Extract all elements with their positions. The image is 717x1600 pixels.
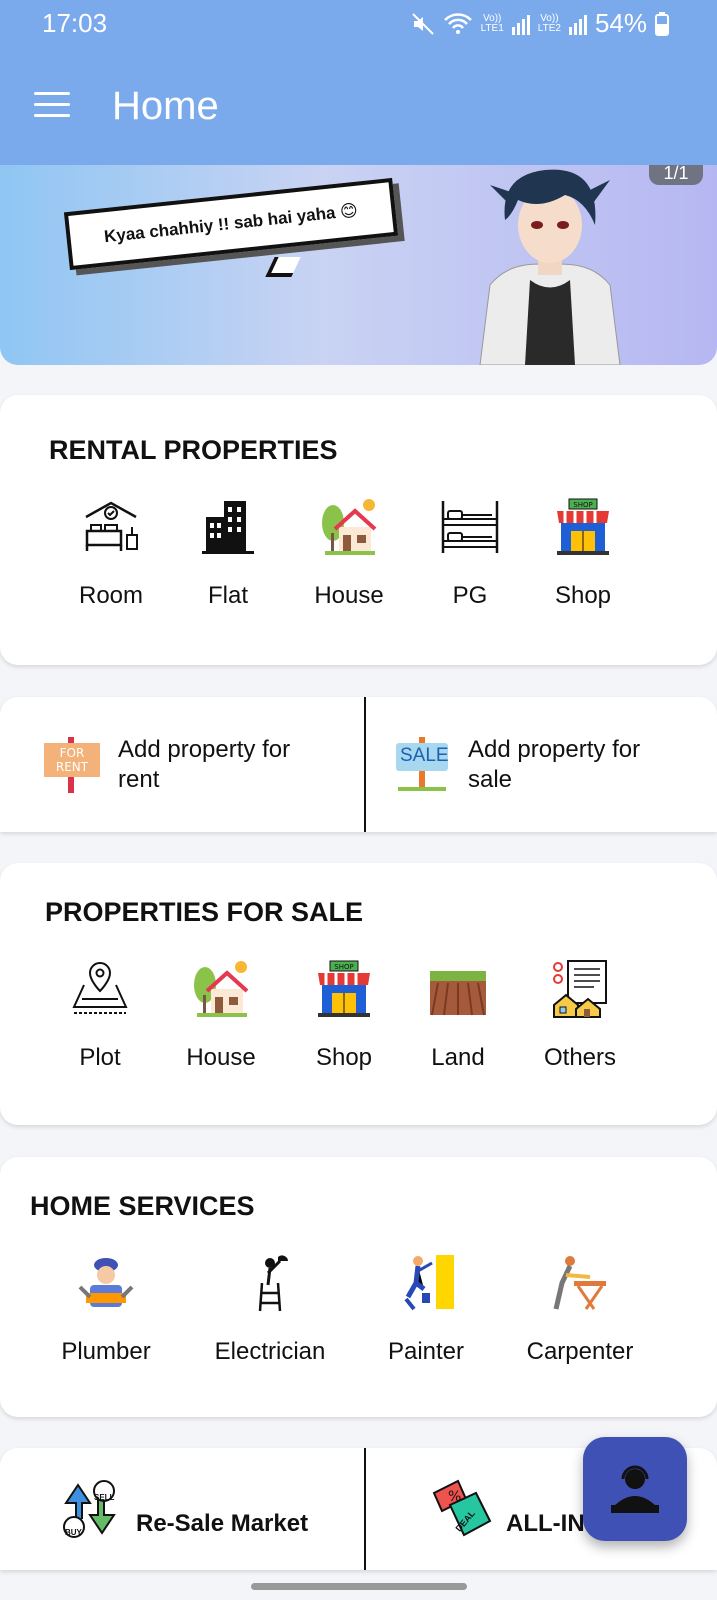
app-bar: 17:03 Vo)) LTE1 Vo)) LTE2 54% Home — [0, 0, 717, 165]
service-item-carpenter[interactable]: Carpenter — [520, 1253, 640, 1366]
sale-heading: PROPERTIES FOR SALE — [45, 897, 364, 927]
land-icon — [430, 971, 486, 1016]
service-item-electrician[interactable]: Electrician — [210, 1253, 330, 1366]
for-rent-sign-icon: FORRENT — [44, 736, 100, 793]
sale-item-others[interactable]: Others — [520, 959, 640, 1072]
plot-pin-icon — [72, 961, 128, 1014]
svg-text:SHOP: SHOP — [573, 501, 592, 509]
speech-text: Kyaa chahhiy !! sab hai yaha 😊 — [103, 200, 359, 247]
rental-item-shop[interactable]: SHOP Shop — [523, 497, 643, 610]
painter-icon — [404, 1255, 454, 1311]
network-2-label: Vo)) LTE2 — [537, 12, 561, 34]
buy-tag-text: BUY — [65, 1528, 82, 1537]
sale-item-label: House — [186, 1044, 256, 1071]
sale-sign-text: SALE — [400, 745, 449, 766]
rental-item-label: House — [314, 582, 384, 609]
status-icons: Vo)) LTE1 Vo)) LTE2 54% — [411, 8, 669, 39]
rental-item-house[interactable]: House — [289, 497, 409, 610]
sale-item-label: Plot — [79, 1044, 121, 1071]
anime-character-illustration — [479, 169, 621, 365]
documents-houses-icon — [553, 960, 607, 1018]
service-item-label: Painter — [387, 1338, 465, 1365]
home-services-card: HOME SERVICES Plumber Electrician Painte… — [0, 1157, 717, 1417]
plumber-icon — [78, 1258, 134, 1307]
add-rent-label: Add property for rent — [118, 735, 291, 793]
page-title: Home — [112, 84, 219, 128]
rental-properties-card: RENTAL PROPERTIES Room Flat House PG SHO… — [0, 395, 717, 665]
hamburger-menu-icon[interactable] — [34, 92, 70, 120]
add-property-card: FOR RENT Add property for rent Add proper… — [0, 697, 717, 832]
gesture-home-bar[interactable] — [251, 1583, 467, 1590]
rental-item-label: PG — [452, 582, 488, 609]
battery-icon — [655, 11, 669, 36]
sale-item-label: Shop — [315, 1044, 373, 1071]
rental-item-label: Flat — [207, 582, 248, 609]
sale-item-land[interactable]: Land — [398, 959, 518, 1072]
sale-item-label: Land — [431, 1044, 485, 1071]
carpenter-icon — [553, 1256, 606, 1310]
house-icon — [194, 961, 249, 1017]
svg-text:SHOP: SHOP — [334, 963, 353, 971]
svg-text:%: % — [448, 1489, 461, 1505]
rental-item-flat[interactable]: Flat — [168, 497, 288, 610]
sale-item-label: Others — [543, 1044, 617, 1071]
properties-for-sale-card: PROPERTIES FOR SALE Plot House SHOP Shop… — [0, 863, 717, 1125]
status-time: 17:03 — [42, 8, 108, 38]
service-item-plumber[interactable]: Plumber — [46, 1253, 166, 1366]
bed-room-icon — [85, 501, 138, 551]
resale-market-button[interactable]: Re-Sale Market — [60, 1448, 336, 1570]
add-property-rent-button[interactable]: FOR RENT Add property for rent — [44, 697, 328, 832]
electrician-icon — [258, 1255, 288, 1312]
signal-2-icon — [568, 14, 587, 35]
rental-item-label: Room — [78, 582, 144, 609]
network-1-label: Vo)) LTE1 — [480, 12, 504, 34]
bunk-bed-icon — [441, 501, 499, 553]
banner-page-counter: 1/1 — [649, 165, 703, 185]
shop-icon: SHOP — [318, 960, 370, 1017]
house-icon — [322, 499, 377, 555]
battery-percent: 54% — [594, 8, 647, 38]
services-heading: HOME SERVICES — [30, 1191, 255, 1221]
status-bar: 17:03 Vo)) LTE1 Vo)) LTE2 54% — [0, 0, 717, 48]
signal-1-icon — [511, 14, 530, 35]
customer-support-button[interactable] — [583, 1437, 687, 1541]
sell-tag-text: SELL — [94, 1493, 115, 1502]
service-item-painter[interactable]: Painter — [366, 1253, 486, 1366]
service-item-label: Carpenter — [526, 1338, 634, 1365]
for-rent-sign-text: FOR — [60, 746, 85, 760]
support-agent-icon — [611, 1465, 659, 1513]
svg-text:RENT: RENT — [56, 760, 89, 774]
speech-bubble: Kyaa chahhiy !! sab hai yaha 😊 — [63, 177, 399, 271]
rental-item-pg[interactable]: PG — [410, 497, 530, 610]
add-sale-label: Add property for sale — [468, 735, 641, 793]
speech-bubble-tail — [265, 257, 301, 277]
divider — [364, 1448, 366, 1570]
resale-market-label: Re-Sale Market — [136, 1510, 309, 1537]
sale-item-house[interactable]: House — [161, 959, 281, 1072]
mute-icon — [411, 12, 434, 35]
divider — [364, 697, 366, 832]
rental-item-label: Shop — [554, 582, 612, 609]
wifi-icon — [443, 12, 472, 34]
service-item-label: Plumber — [61, 1338, 151, 1365]
sale-item-shop[interactable]: SHOP Shop — [284, 959, 404, 1072]
building-icon — [202, 501, 254, 554]
promo-banner[interactable]: Kyaa chahhiy !! sab hai yaha 😊 1/1 — [0, 165, 717, 365]
sale-item-plot[interactable]: Plot — [40, 959, 160, 1072]
rental-item-room[interactable]: Room — [51, 497, 171, 610]
service-item-label: Electrician — [214, 1338, 326, 1365]
rental-heading: RENTAL PROPERTIES — [49, 435, 338, 465]
shop-icon: SHOP — [557, 498, 609, 555]
